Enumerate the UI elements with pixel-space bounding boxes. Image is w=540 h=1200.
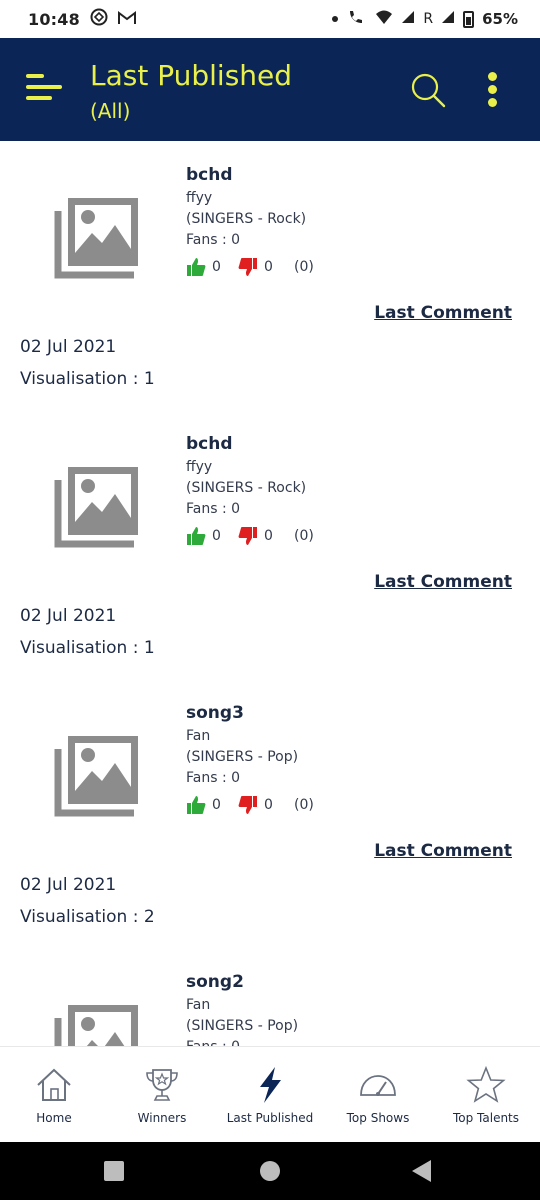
lightning-icon — [250, 1065, 290, 1105]
system-navigation-bar — [0, 1142, 540, 1200]
back-button[interactable] — [412, 1160, 431, 1182]
thumbs-down-icon[interactable] — [238, 795, 258, 815]
thumbs-down-icon[interactable] — [238, 257, 258, 277]
recents-button[interactable] — [104, 1161, 124, 1181]
gmail-icon — [117, 10, 136, 29]
vote-row: 0 0 (0) — [186, 526, 314, 546]
thumbs-up-icon[interactable] — [186, 526, 206, 546]
artist-name: ffyy — [186, 190, 213, 206]
like-count: 0 — [212, 259, 221, 275]
feed-list[interactable]: bchd ffyy (SINGERS - Rock) Fans : 0 0 0 … — [0, 141, 540, 1046]
category-label: (SINGERS - Pop) — [186, 1018, 299, 1034]
gauge-icon — [358, 1065, 398, 1105]
feed-item[interactable]: song3 Fan (SINGERS - Pop) Fans : 0 0 0 (… — [0, 679, 540, 948]
vote-total: (0) — [294, 528, 314, 544]
trophy-icon — [142, 1065, 182, 1105]
image-placeholder-icon[interactable] — [50, 1002, 142, 1046]
thumbs-up-icon[interactable] — [186, 257, 206, 277]
nav-label: Top Talents — [452, 1111, 520, 1125]
publish-date: 02 Jul 2021 — [20, 337, 117, 357]
status-time: 10:48 — [28, 9, 80, 29]
category-label: (SINGERS - Rock) — [186, 480, 307, 496]
thumbs-down-icon[interactable] — [238, 526, 258, 546]
page-filter-label: (All) — [90, 99, 131, 123]
title-block: Last Published (All) — [90, 58, 292, 126]
last-comment-link[interactable]: Last Comment — [374, 572, 512, 592]
nav-item-home[interactable]: Home — [0, 1047, 108, 1142]
vote-row: 0 0 (0) — [186, 795, 314, 815]
home-button[interactable] — [260, 1161, 280, 1181]
song-title[interactable]: bchd — [186, 434, 233, 454]
battery-icon — [463, 10, 475, 28]
nav-label: Winners — [137, 1111, 187, 1125]
like-count: 0 — [212, 528, 221, 544]
hamburger-menu-icon[interactable] — [26, 74, 62, 104]
search-icon[interactable] — [408, 70, 448, 110]
vote-row: 0 0 (0) — [186, 257, 314, 277]
fans-count: Fans : 0 — [186, 770, 241, 786]
vpn-icon — [90, 8, 108, 30]
feed-item[interactable]: song2 Fan (SINGERS - Pop) Fans : 0 0 0 (… — [0, 948, 540, 1046]
category-label: (SINGERS - Rock) — [186, 211, 307, 227]
status-bar: 10:48 R 65% — [0, 0, 540, 38]
dislike-count: 0 — [264, 797, 273, 813]
signal-icon — [401, 10, 415, 28]
app-bar: Last Published (All) — [0, 38, 540, 141]
category-label: (SINGERS - Pop) — [186, 749, 299, 765]
feed-item[interactable]: bchd ffyy (SINGERS - Rock) Fans : 0 0 0 … — [0, 410, 540, 679]
image-placeholder-icon[interactable] — [50, 195, 142, 281]
vote-total: (0) — [294, 797, 314, 813]
last-comment-link[interactable]: Last Comment — [374, 303, 512, 323]
nav-label: Top Shows — [346, 1111, 410, 1125]
view-count: Visualisation : 1 — [20, 638, 155, 658]
nav-item-top-talents[interactable]: Top Talents — [432, 1047, 540, 1142]
bottom-navigation: Home Winners Last Published Top Shows To… — [0, 1046, 540, 1142]
nav-label: Home — [36, 1111, 72, 1125]
dislike-count: 0 — [264, 528, 273, 544]
battery-percent: 65% — [482, 10, 518, 28]
fans-count: Fans : 0 — [186, 501, 241, 517]
publish-date: 02 Jul 2021 — [20, 875, 117, 895]
star-icon — [466, 1065, 506, 1105]
view-count: Visualisation : 1 — [20, 369, 155, 389]
image-placeholder-icon[interactable] — [50, 464, 142, 550]
call-wifi-icon — [347, 8, 367, 30]
page-title: Last Published — [90, 59, 293, 92]
network-label: R — [423, 11, 434, 27]
feed-item[interactable]: bchd ffyy (SINGERS - Rock) Fans : 0 0 0 … — [0, 141, 540, 410]
like-count: 0 — [212, 797, 221, 813]
fans-count: Fans : 0 — [186, 1039, 240, 1046]
nav-item-last-published[interactable]: Last Published — [216, 1047, 324, 1142]
fans-count: Fans : 0 — [186, 232, 241, 248]
notification-dot-icon — [331, 11, 339, 27]
thumbs-up-icon[interactable] — [186, 795, 206, 815]
publish-date: 02 Jul 2021 — [20, 606, 117, 626]
artist-name: Fan — [186, 997, 211, 1013]
more-vertical-icon[interactable] — [484, 72, 500, 108]
song-title[interactable]: bchd — [186, 165, 233, 185]
last-comment-link[interactable]: Last Comment — [374, 841, 512, 861]
wifi-icon — [375, 9, 393, 29]
vote-total: (0) — [294, 259, 314, 275]
song-title[interactable]: song3 — [186, 703, 244, 723]
song-title[interactable]: song2 — [186, 972, 244, 992]
nav-item-winners[interactable]: Winners — [108, 1047, 216, 1142]
signal-icon-2 — [441, 10, 455, 28]
artist-name: ffyy — [186, 459, 213, 475]
image-placeholder-icon[interactable] — [50, 733, 142, 819]
nav-label: Last Published — [226, 1111, 314, 1125]
dislike-count: 0 — [264, 259, 273, 275]
home-icon — [34, 1065, 74, 1105]
nav-item-top-shows[interactable]: Top Shows — [324, 1047, 432, 1142]
artist-name: Fan — [186, 728, 211, 744]
view-count: Visualisation : 2 — [20, 907, 155, 927]
